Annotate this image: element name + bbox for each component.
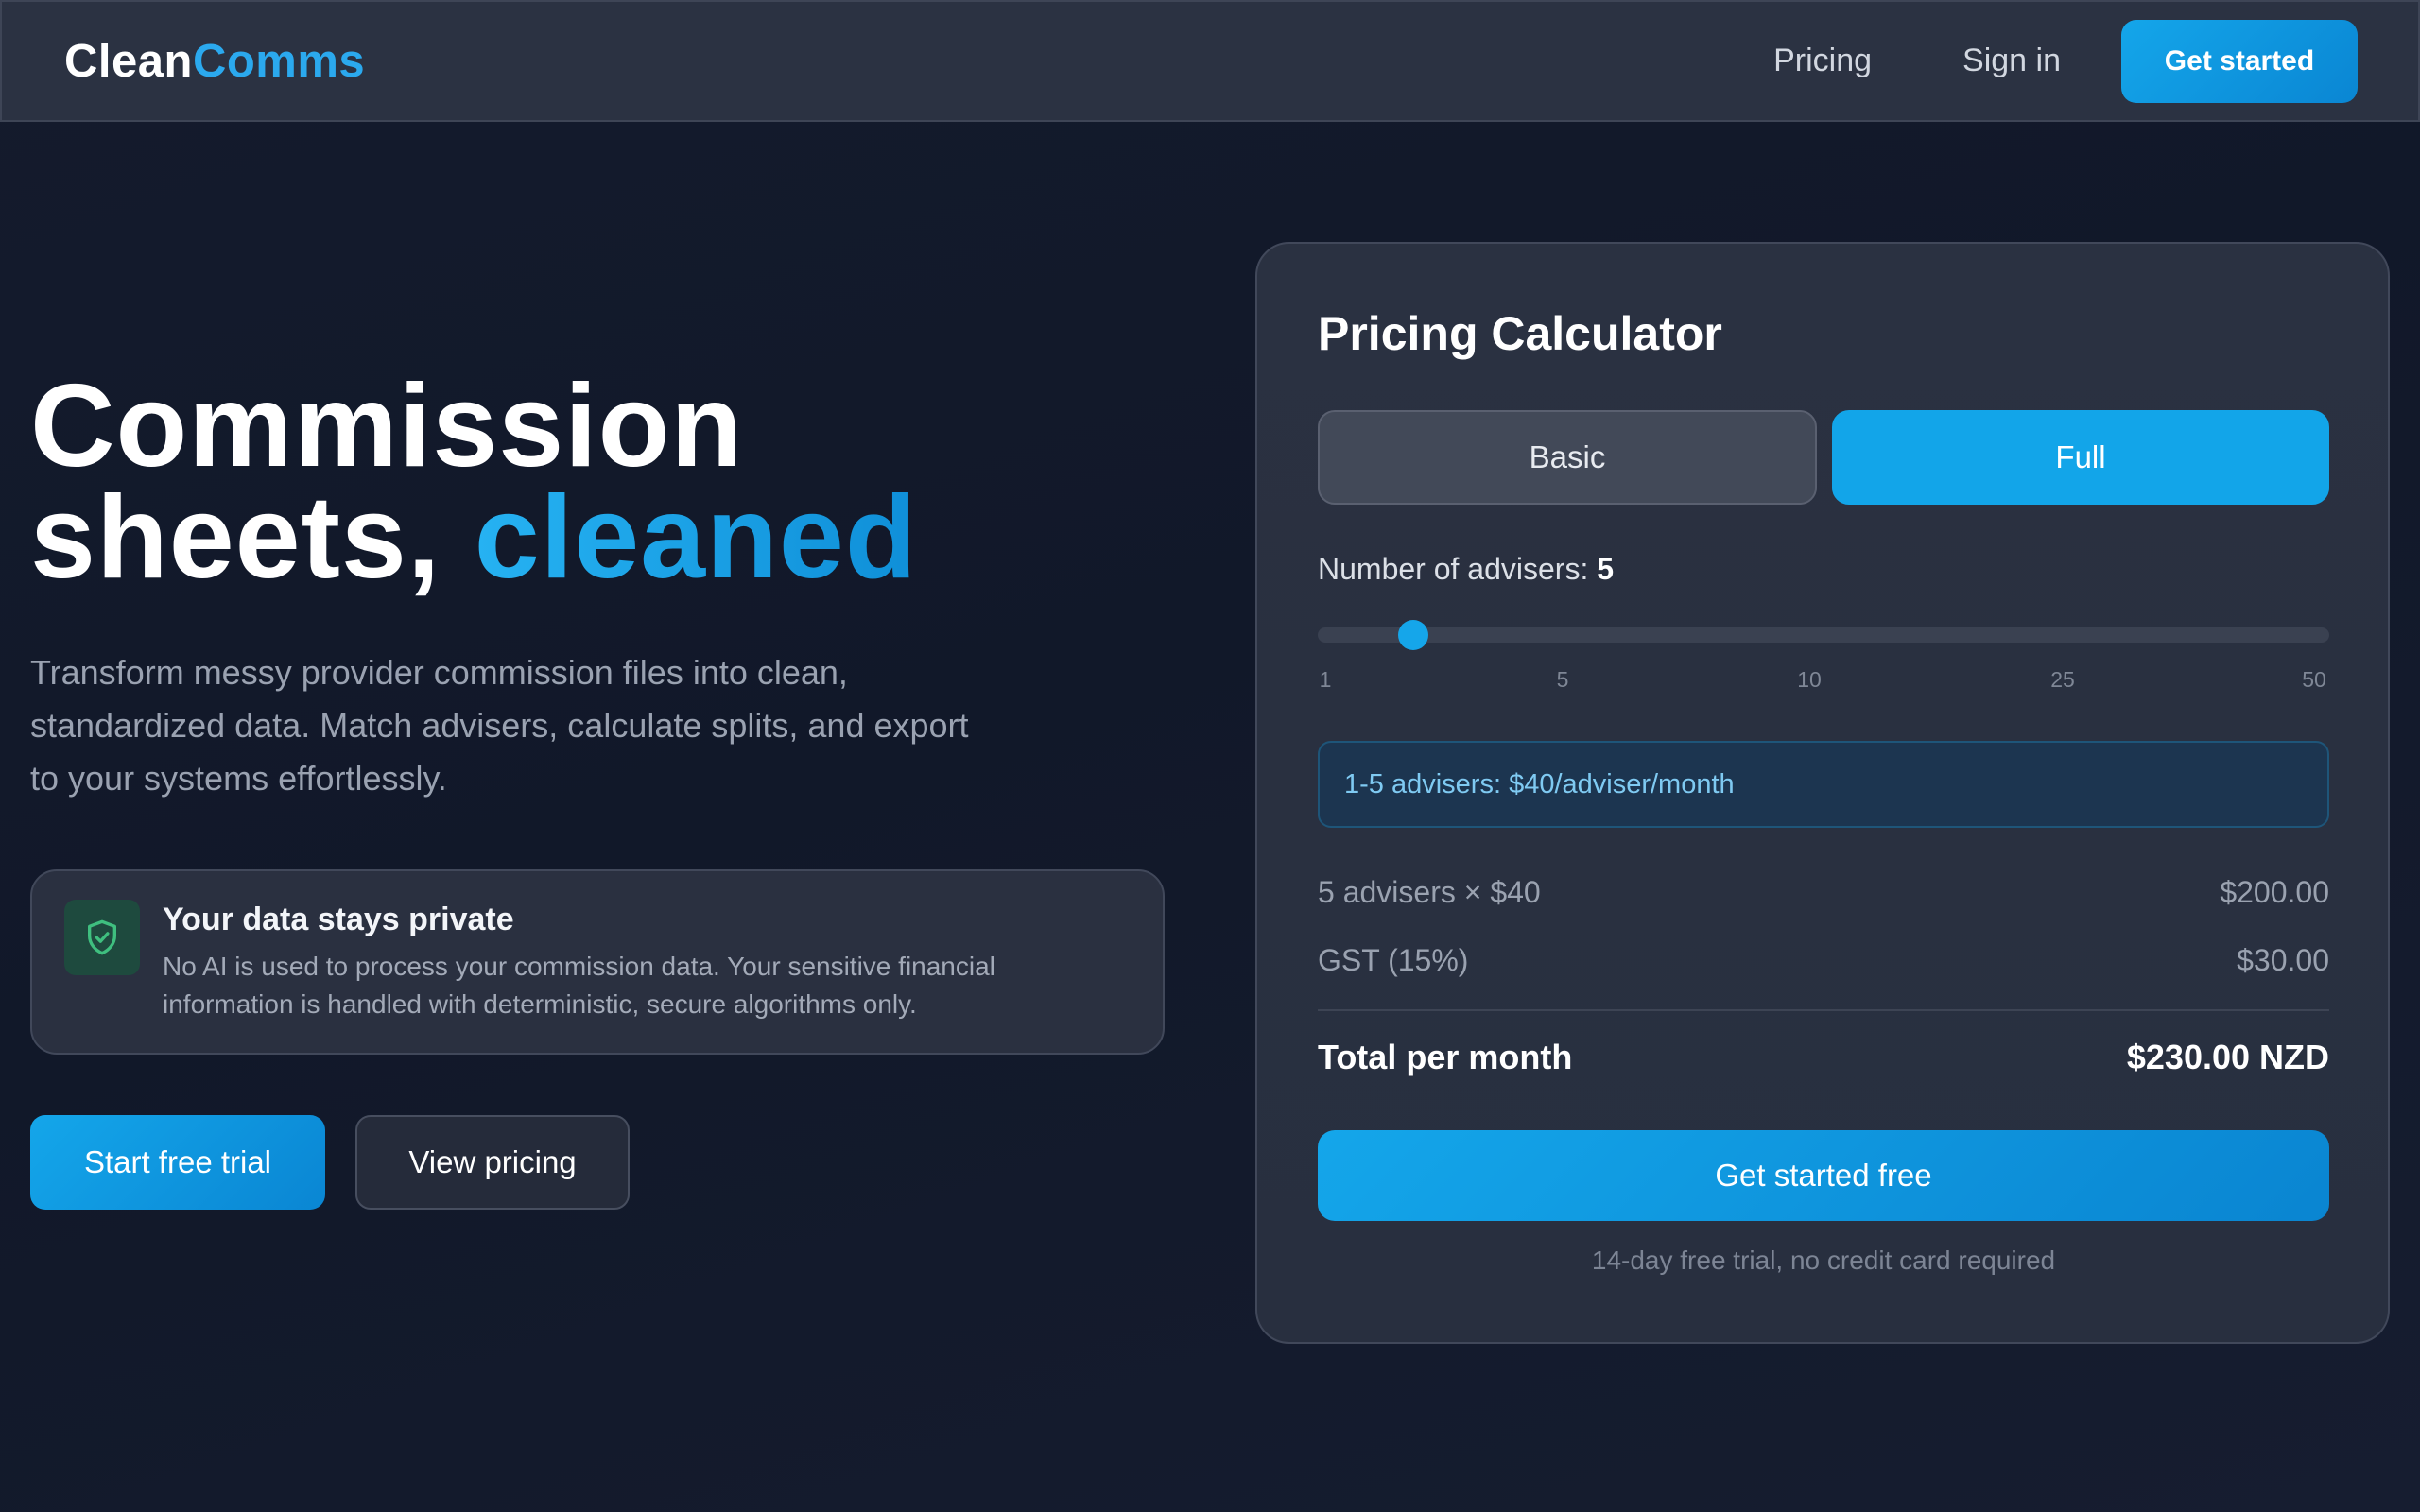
advisers-count-label: Number of advisers: 5 <box>1318 552 1614 587</box>
top-nav: Clean Comms Pricing Sign in Get started <box>0 0 2420 122</box>
calculator-title: Pricing Calculator <box>1318 307 1722 360</box>
advisers-slider-track[interactable] <box>1318 627 2329 643</box>
slider-tick-25: 25 <box>2050 667 2075 692</box>
privacy-title: Your data stays private <box>163 902 514 937</box>
get-started-free-button[interactable]: Get started free <box>1318 1130 2329 1221</box>
landing-page: Clean Comms Pricing Sign in Get started C… <box>0 0 2420 1512</box>
tier-info-box: 1-5 advisers: $40/adviser/month <box>1318 741 2329 828</box>
brand-name-part1: Clean <box>64 35 193 87</box>
slider-tick-50: 50 <box>2302 667 2326 692</box>
plan-option-basic[interactable]: Basic <box>1318 410 1817 505</box>
line-item-advisers: 5 advisers × $40 $200.00 <box>1318 875 2329 910</box>
get-started-button[interactable]: Get started <box>2121 19 2358 103</box>
slider-tick-5: 5 <box>1556 667 1569 692</box>
advisers-slider-thumb[interactable] <box>1397 620 1428 650</box>
brand-name-part2: Comms <box>192 35 366 87</box>
total-divider <box>1318 1009 2329 1011</box>
total-row: Total per month $230.00 NZD <box>1318 1038 2329 1077</box>
nav-link-pricing[interactable]: Pricing <box>1773 43 1872 79</box>
hero-description: Transform messy provider commission file… <box>30 653 969 798</box>
nav-links: Pricing Sign in Get started <box>1773 19 2358 103</box>
line-item-label: GST (15%) <box>1318 943 1469 977</box>
brand-logo[interactable]: Clean Comms <box>64 35 365 88</box>
privacy-notice: Your data stays private No AI is used to… <box>30 869 1165 1055</box>
start-free-trial-button[interactable]: Start free trial <box>30 1115 325 1210</box>
privacy-body: No AI is used to process your commission… <box>163 952 995 1019</box>
line-item-amount: $30.00 <box>2237 943 2329 977</box>
trial-note: 14-day free trial, no credit card requir… <box>1591 1246 2056 1275</box>
hero-title: Commission sheets, cleaned <box>30 368 918 596</box>
tier-info-text: 1-5 advisers: $40/adviser/month <box>1344 768 1735 799</box>
plan-option-full[interactable]: Full <box>1832 410 2329 505</box>
privacy-text: Your data stays private No AI is used to… <box>163 900 1108 1024</box>
line-item-gst: GST (15%) $30.00 <box>1318 943 2329 978</box>
slider-tick-1: 1 <box>1319 667 1332 692</box>
pricing-calculator-card: Pricing Calculator Basic Full Number of … <box>1255 242 2390 1344</box>
hero-title-accent: cleaned <box>474 472 918 603</box>
advisers-label-text: Number of advisers: <box>1318 552 1598 586</box>
total-label: Total per month <box>1318 1038 1573 1076</box>
hero-title-line2-prefix: sheets, <box>30 472 475 603</box>
nav-link-signin[interactable]: Sign in <box>1962 43 2061 79</box>
total-amount: $230.00 NZD <box>2126 1038 2329 1076</box>
slider-tick-10: 10 <box>1797 667 1822 692</box>
line-item-amount: $200.00 <box>2220 875 2329 909</box>
line-item-label: 5 advisers × $40 <box>1318 875 1541 909</box>
shield-check-icon <box>64 900 140 975</box>
view-pricing-button[interactable]: View pricing <box>355 1115 630 1210</box>
advisers-count-value: 5 <box>1597 552 1615 586</box>
